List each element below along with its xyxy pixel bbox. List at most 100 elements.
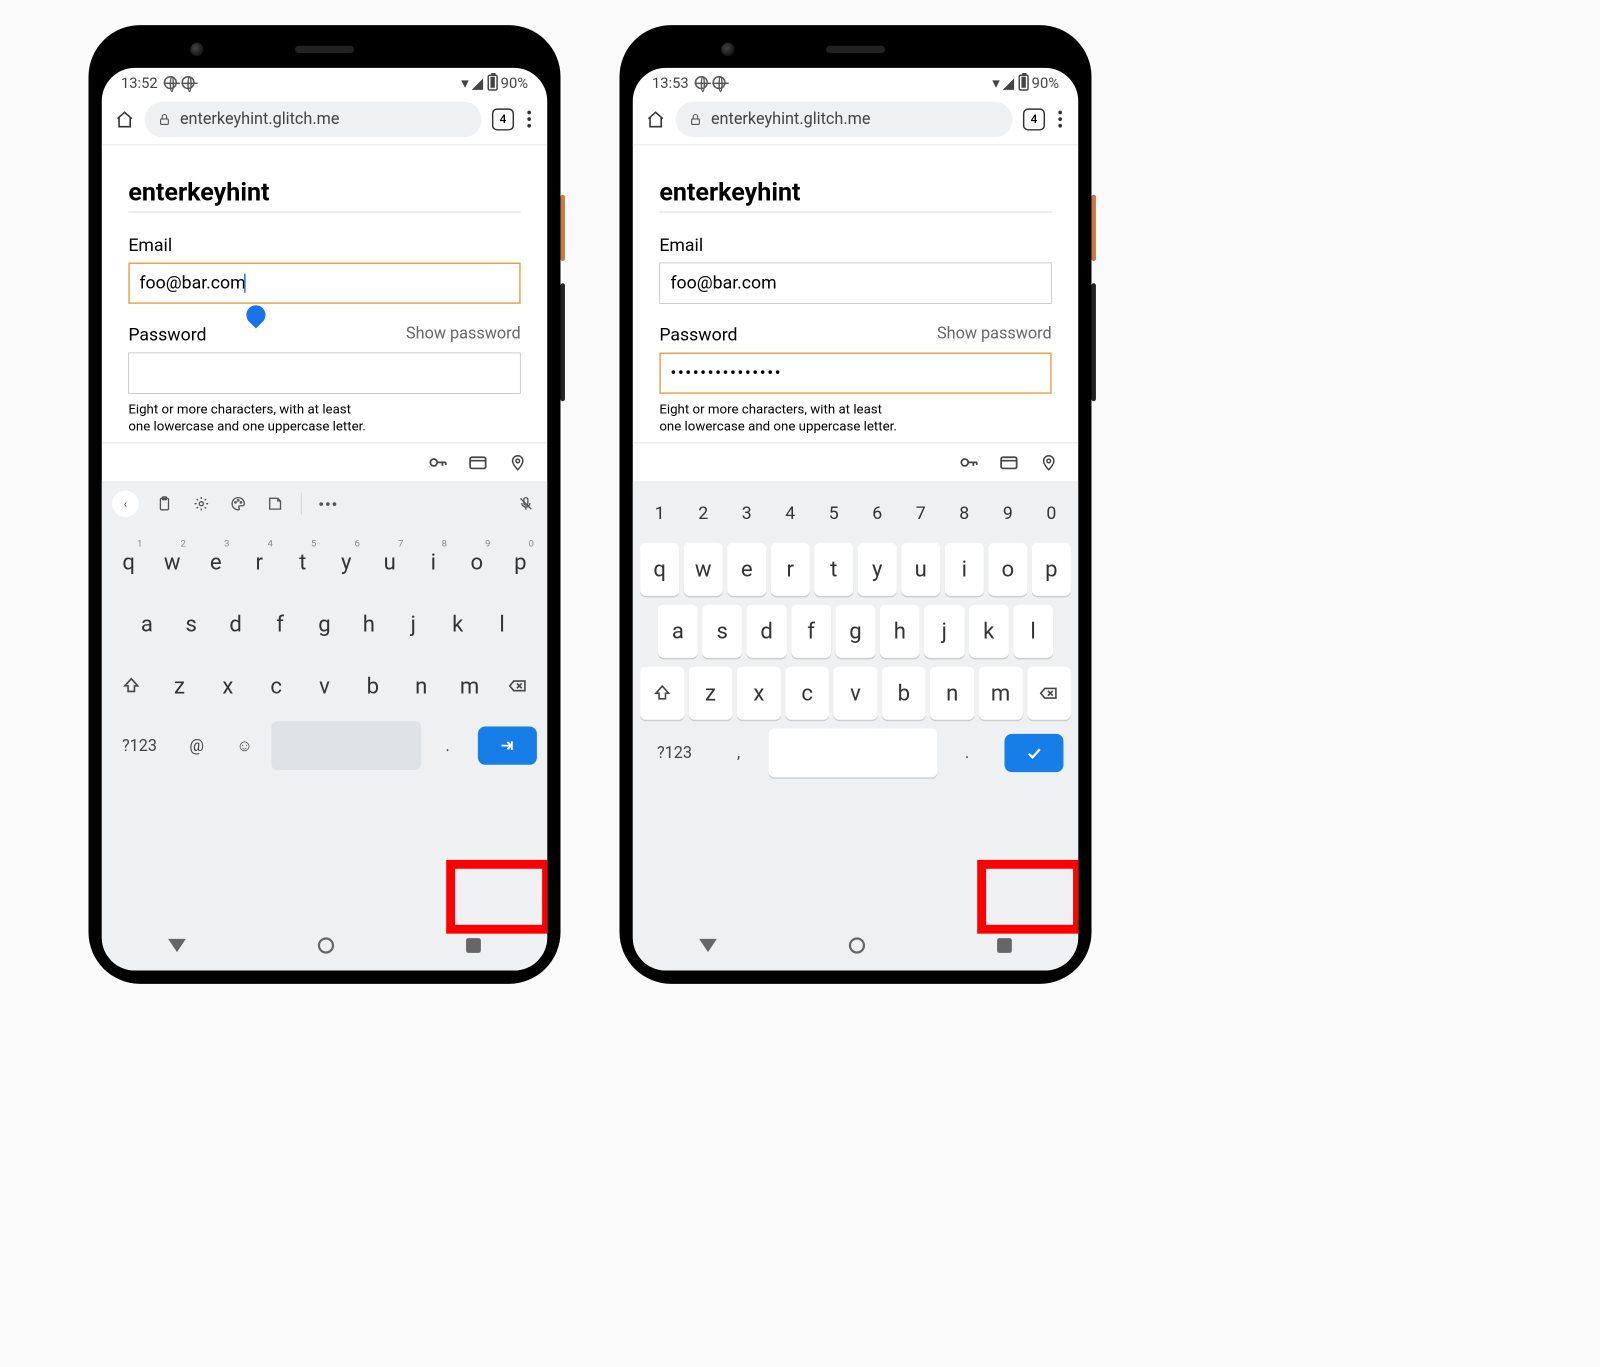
key-w[interactable]: w: [684, 543, 723, 596]
palette-icon[interactable]: [227, 493, 249, 515]
comma-key[interactable]: ,: [715, 729, 763, 778]
at-key[interactable]: @: [176, 721, 218, 770]
key-n[interactable]: n: [399, 660, 443, 713]
key-s[interactable]: s: [171, 598, 211, 651]
key-j[interactable]: j: [924, 605, 964, 658]
card-icon[interactable]: [468, 452, 489, 473]
nav-recents-icon[interactable]: [997, 938, 1012, 953]
key-k[interactable]: k: [969, 605, 1009, 658]
email-field[interactable]: foo@bar.com: [128, 262, 520, 303]
key-i[interactable]: i: [945, 543, 984, 596]
key-1[interactable]: 1: [640, 493, 679, 534]
backspace-key[interactable]: [1027, 667, 1071, 720]
key-c[interactable]: c: [254, 660, 298, 713]
enter-key[interactable]: [475, 721, 540, 770]
key-s[interactable]: s: [702, 605, 742, 658]
key-m[interactable]: m: [448, 660, 492, 713]
key-u[interactable]: u7: [370, 536, 409, 589]
key-q[interactable]: q: [640, 543, 679, 596]
key-7[interactable]: 7: [901, 493, 940, 534]
key-u[interactable]: u: [901, 543, 940, 596]
space-key[interactable]: [271, 721, 420, 770]
key-t[interactable]: t: [814, 543, 853, 596]
period-key[interactable]: .: [943, 729, 991, 778]
key-q[interactable]: q1: [109, 536, 148, 589]
tab-count[interactable]: 4: [492, 108, 514, 130]
key-g[interactable]: g: [835, 605, 875, 658]
key-j[interactable]: j: [393, 598, 433, 651]
period-key[interactable]: .: [427, 721, 469, 770]
key-e[interactable]: e3: [196, 536, 235, 589]
key-l[interactable]: l: [482, 598, 522, 651]
key-o[interactable]: o9: [457, 536, 496, 589]
key-p[interactable]: p0: [501, 536, 540, 589]
key-r[interactable]: r: [771, 543, 810, 596]
key-f[interactable]: f: [260, 598, 300, 651]
key-6[interactable]: 6: [858, 493, 897, 534]
nav-home-icon[interactable]: [318, 937, 334, 953]
backspace-key[interactable]: [496, 660, 540, 713]
key-g[interactable]: g: [304, 598, 344, 651]
symbols-key[interactable]: ?123: [640, 729, 709, 778]
key-b[interactable]: b: [882, 667, 926, 720]
key-d[interactable]: d: [747, 605, 787, 658]
sticker-icon[interactable]: [264, 493, 286, 515]
tab-count[interactable]: 4: [1023, 108, 1045, 130]
home-icon[interactable]: [115, 110, 134, 129]
key-d[interactable]: d: [216, 598, 256, 651]
key-3[interactable]: 3: [727, 493, 766, 534]
key-w[interactable]: w2: [153, 536, 192, 589]
chevron-left-icon[interactable]: ‹: [112, 491, 139, 518]
key-f[interactable]: f: [791, 605, 831, 658]
email-field[interactable]: foo@bar.com: [659, 262, 1051, 303]
emoji-key[interactable]: ☺: [224, 721, 266, 770]
location-icon[interactable]: [507, 452, 528, 473]
key-c[interactable]: c: [785, 667, 829, 720]
mic-off-icon[interactable]: [515, 493, 537, 515]
key-4[interactable]: 4: [771, 493, 810, 534]
nav-back-icon[interactable]: [699, 938, 717, 951]
show-password-toggle[interactable]: Show password: [406, 324, 521, 345]
key-icon[interactable]: [959, 452, 980, 473]
key-0[interactable]: 0: [1032, 493, 1071, 534]
clipboard-icon[interactable]: [153, 493, 175, 515]
password-field[interactable]: [128, 352, 520, 393]
home-icon[interactable]: [646, 110, 665, 129]
key-v[interactable]: v: [834, 667, 878, 720]
shift-key[interactable]: [640, 667, 684, 720]
key-o[interactable]: o: [988, 543, 1027, 596]
key-h[interactable]: h: [349, 598, 389, 651]
nav-recents-icon[interactable]: [466, 938, 481, 953]
key-p[interactable]: p: [1032, 543, 1071, 596]
key-x[interactable]: x: [737, 667, 781, 720]
key-y[interactable]: y: [858, 543, 897, 596]
key-z[interactable]: z: [158, 660, 202, 713]
key-y[interactable]: y6: [327, 536, 366, 589]
more-icon[interactable]: [316, 493, 338, 515]
key-9[interactable]: 9: [988, 493, 1027, 534]
enter-key[interactable]: [997, 729, 1071, 778]
key-b[interactable]: b: [351, 660, 395, 713]
space-key[interactable]: [768, 729, 937, 778]
symbols-key[interactable]: ?123: [109, 721, 170, 770]
key-e[interactable]: e: [727, 543, 766, 596]
address-bar[interactable]: enterkeyhint.glitch.me: [676, 101, 1013, 136]
location-icon[interactable]: [1038, 452, 1059, 473]
menu-icon[interactable]: [1055, 108, 1065, 131]
key-l[interactable]: l: [1013, 605, 1053, 658]
key-v[interactable]: v: [303, 660, 347, 713]
key-t[interactable]: t5: [283, 536, 322, 589]
gear-icon[interactable]: [190, 493, 212, 515]
menu-icon[interactable]: [524, 108, 534, 131]
key-z[interactable]: z: [689, 667, 733, 720]
card-icon[interactable]: [999, 452, 1020, 473]
key-n[interactable]: n: [930, 667, 974, 720]
key-a[interactable]: a: [658, 605, 698, 658]
key-8[interactable]: 8: [945, 493, 984, 534]
key-5[interactable]: 5: [814, 493, 853, 534]
key-h[interactable]: h: [880, 605, 920, 658]
key-icon[interactable]: [428, 452, 449, 473]
key-r[interactable]: r4: [240, 536, 279, 589]
key-k[interactable]: k: [438, 598, 478, 651]
nav-back-icon[interactable]: [168, 938, 186, 951]
